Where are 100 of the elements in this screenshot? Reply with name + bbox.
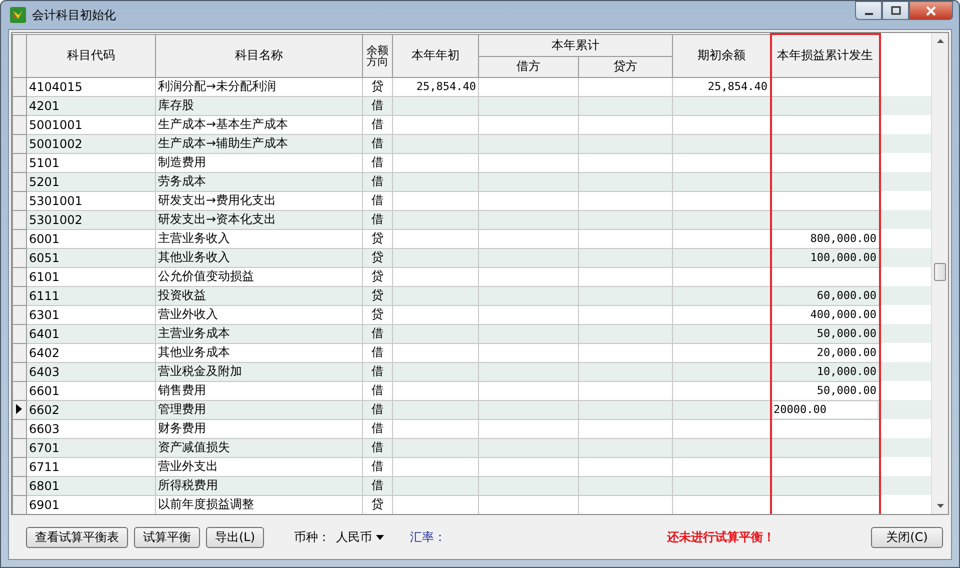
app-logo-icon — [10, 7, 26, 23]
table-cell: 5101 — [26, 153, 156, 172]
table-cell: 营业外收入 — [156, 305, 362, 324]
minimize-icon — [864, 12, 872, 14]
vertical-scrollbar[interactable] — [931, 33, 948, 514]
table-cell: 6701 — [26, 438, 156, 457]
table-cell: 资产减值损失 — [156, 438, 362, 457]
column-header: 科目代码 — [26, 34, 156, 77]
column-header: 本年累计 — [478, 34, 672, 56]
status-message: 还未进行试算平衡！ — [667, 528, 775, 546]
table-cell: 6603 — [26, 419, 156, 438]
table-cell: 60,000.00 — [816, 289, 876, 302]
table-cell: 以前年度损益调整 — [156, 495, 362, 514]
scroll-thumb[interactable] — [934, 263, 946, 281]
table-cell: 借 — [362, 324, 392, 343]
exchange-rate-label: 汇率： — [410, 528, 446, 546]
table-cell: 5201 — [26, 172, 156, 191]
table-cell: 借 — [362, 381, 392, 400]
column-header: 贷方 — [578, 56, 672, 77]
table-cell: 研发支出→费用化支出 — [156, 191, 362, 210]
column-header: 余额方向 — [362, 34, 392, 77]
column-header: 本年损益累计发生 — [770, 34, 880, 77]
table-cell: 400,000.00 — [810, 308, 876, 321]
table-cell: 6901 — [26, 495, 156, 514]
minimize-button[interactable] — [855, 1, 882, 20]
table-cell: 其他业务收入 — [156, 248, 362, 267]
column-header: 期初余额 — [672, 34, 770, 77]
close-button[interactable] — [909, 1, 953, 20]
column-header: 本年年初 — [392, 34, 478, 77]
table-cell: 贷 — [362, 248, 392, 267]
amount-input[interactable]: 20000.00 — [774, 402, 876, 418]
close-icon — [925, 6, 937, 16]
table-cell: 6401 — [26, 324, 156, 343]
table-cell: 生产成本→辅助生产成本 — [156, 134, 362, 153]
table-cell: 5301002 — [26, 210, 156, 229]
table-cell: 借 — [362, 210, 392, 229]
table-cell: 制造费用 — [156, 153, 362, 172]
table-cell: 6601 — [26, 381, 156, 400]
header-corner — [12, 34, 26, 77]
table-cell: 10,000.00 — [816, 365, 876, 378]
table-cell: 主营业务收入 — [156, 229, 362, 248]
table-cell: 利润分配→未分配利润 — [156, 77, 362, 96]
table-cell: 6602 — [26, 400, 156, 419]
table-cell: 4104015 — [26, 77, 156, 96]
scroll-up-icon[interactable] — [936, 39, 944, 43]
maximize-icon — [890, 6, 900, 16]
action-button[interactable]: 查看试算平衡表 — [26, 526, 128, 548]
column-header: 科目名称 — [156, 34, 362, 77]
table-cell: 20,000.00 — [816, 346, 876, 359]
table-cell: 50,000.00 — [816, 327, 876, 340]
table-cell: 100,000.00 — [810, 251, 876, 264]
maximize-button[interactable] — [882, 1, 909, 20]
table-cell: 5001001 — [26, 115, 156, 134]
table-cell: 6403 — [26, 362, 156, 381]
table-cell: 借 — [362, 343, 392, 362]
caret-icon — [376, 534, 384, 540]
row-pointer-icon — [16, 404, 22, 414]
table-cell: 5001002 — [26, 134, 156, 153]
column-header: 借方 — [478, 56, 578, 77]
table-cell: 6001 — [26, 229, 156, 248]
table-cell: 6301 — [26, 305, 156, 324]
table-cell: 研发支出→资本化支出 — [156, 210, 362, 229]
close-dialog-button[interactable]: 关闭(C) — [871, 526, 943, 548]
table-cell: 6402 — [26, 343, 156, 362]
table-cell: 主营业务成本 — [156, 324, 362, 343]
table-cell: 其他业务成本 — [156, 343, 362, 362]
table-cell: 借 — [362, 400, 392, 419]
currency-dropdown[interactable]: 人民币 — [336, 528, 384, 546]
table-cell: 借 — [362, 457, 392, 476]
table-cell: 借 — [362, 419, 392, 438]
table-cell: 库存股 — [156, 96, 362, 115]
table-cell: 贷 — [362, 267, 392, 286]
table-cell: 投资收益 — [156, 286, 362, 305]
row-selector[interactable] — [12, 400, 26, 419]
table-cell: 贷 — [362, 305, 392, 324]
table-cell: 贷 — [362, 229, 392, 248]
table-cell: 财务费用 — [156, 419, 362, 438]
scroll-down-icon[interactable] — [936, 504, 944, 508]
table-cell: 25,854.40 — [416, 80, 476, 93]
table-cell: 所得税费用 — [156, 476, 362, 495]
table-cell: 6801 — [26, 476, 156, 495]
table-cell: 贷 — [362, 77, 392, 96]
table-cell: 借 — [362, 134, 392, 153]
window-title: 会计科目初始化 — [32, 6, 116, 24]
table-cell: 50,000.00 — [816, 384, 876, 397]
action-button[interactable]: 导出(L) — [206, 526, 264, 548]
table-cell: 管理费用 — [156, 400, 362, 419]
table-cell: 6051 — [26, 248, 156, 267]
table-cell: 借 — [362, 191, 392, 210]
table-cell: 营业外支出 — [156, 457, 362, 476]
table-cell: 借 — [362, 438, 392, 457]
table-cell: 4201 — [26, 96, 156, 115]
table-cell: 800,000.00 — [810, 232, 876, 245]
action-button[interactable]: 试算平衡 — [134, 526, 200, 548]
table-cell: 贷 — [362, 286, 392, 305]
table-cell: 25,854.40 — [708, 80, 768, 93]
table-cell: 劳务成本 — [156, 172, 362, 191]
table-cell: 借 — [362, 172, 392, 191]
table-cell: 6101 — [26, 267, 156, 286]
table-cell: 借 — [362, 476, 392, 495]
